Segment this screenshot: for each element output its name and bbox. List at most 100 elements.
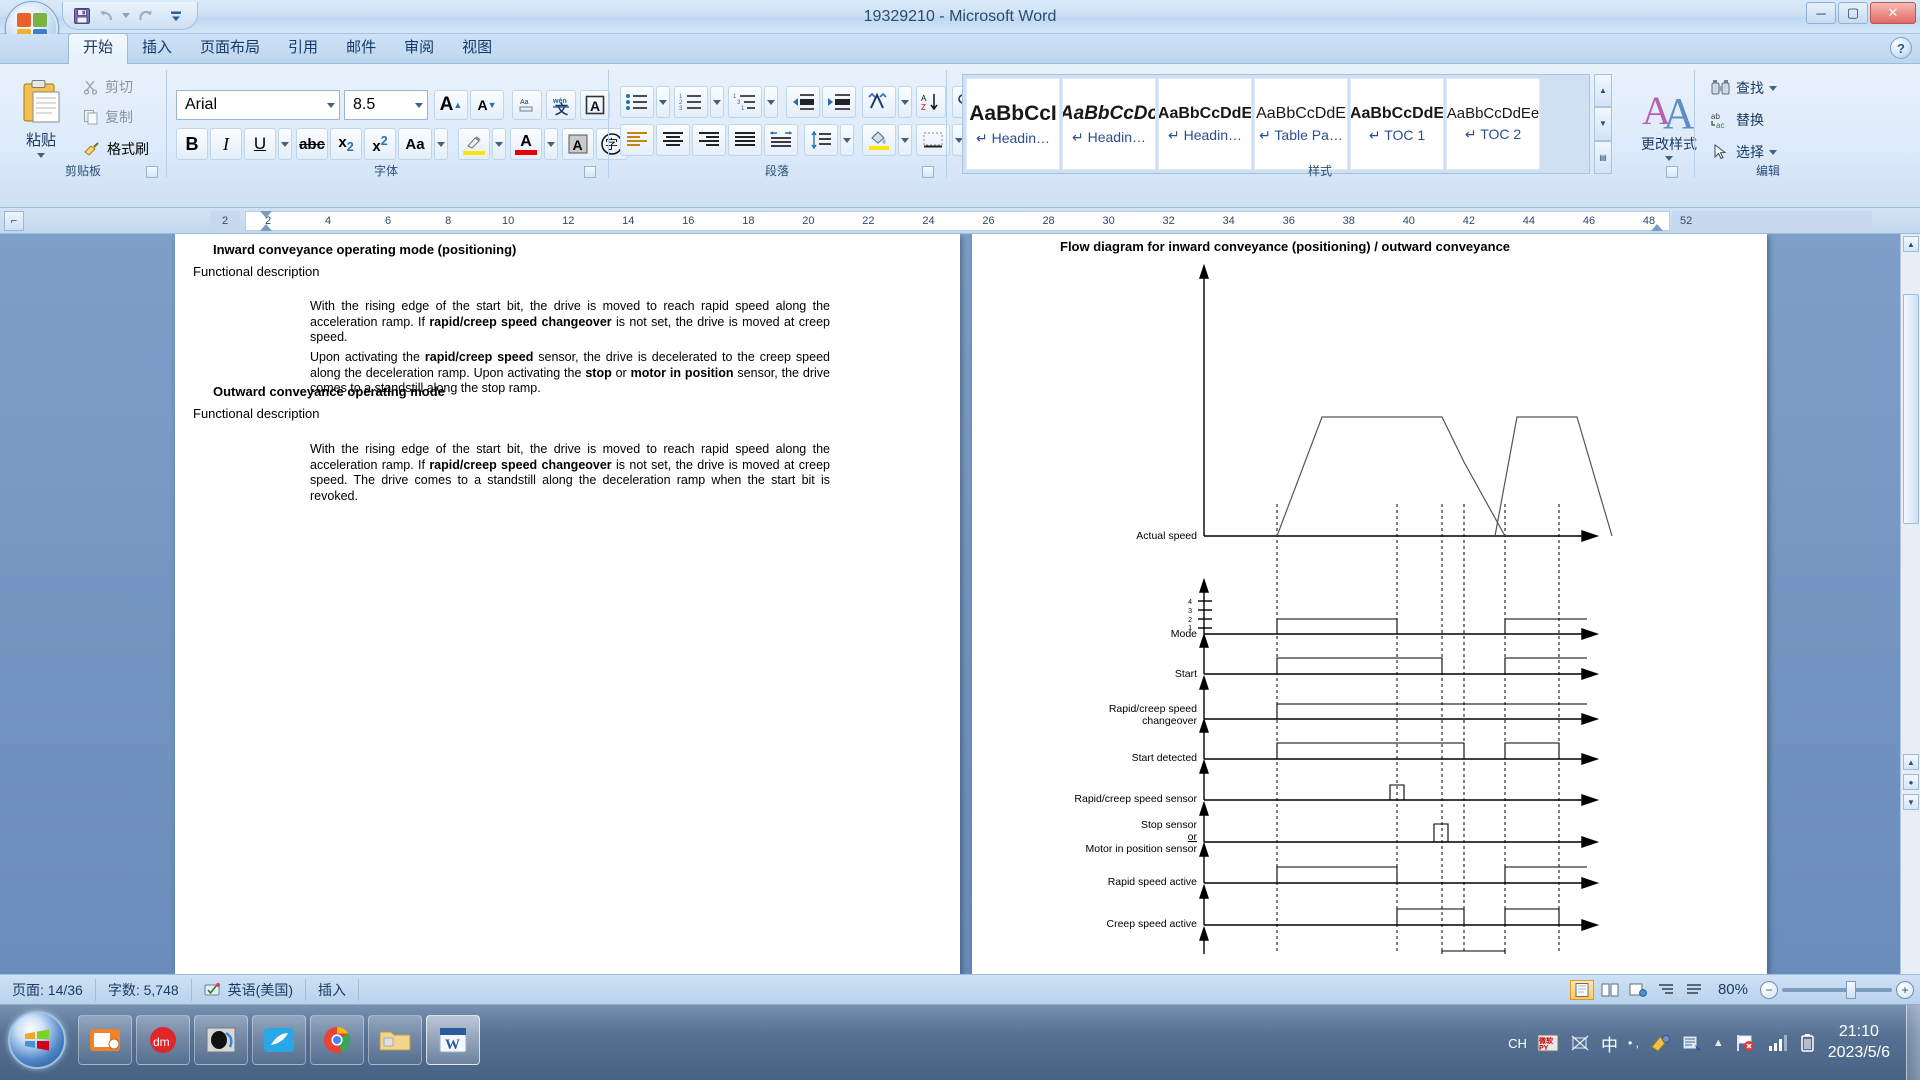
style-card[interactable]: AaBbCcDdE ↵ Table Pa…	[1254, 78, 1348, 170]
numbering-button[interactable]: 123	[674, 86, 708, 118]
taskbar-item-file-explorer[interactable]	[368, 1015, 422, 1065]
replace-button[interactable]: ab ac 替换	[1706, 106, 1769, 134]
next-page-button[interactable]: ▼	[1903, 794, 1919, 810]
find-dropdown-icon[interactable]	[1769, 85, 1777, 91]
document-page-right[interactable]: Flow diagram for inward conveyance (posi…	[972, 234, 1767, 974]
right-indent-marker[interactable]	[1651, 224, 1663, 231]
character-border-button[interactable]: A	[580, 90, 610, 120]
ime-toolbox-icon[interactable]	[1649, 1033, 1671, 1053]
text-highlight-button[interactable]	[458, 128, 490, 160]
underline-dropdown-icon[interactable]	[278, 128, 292, 160]
tab-page-layout[interactable]: 页面布局	[186, 34, 274, 64]
scroll-up-button[interactable]: ▲	[1903, 236, 1919, 252]
ime-softkeyboard-icon[interactable]	[1681, 1033, 1703, 1053]
ime-pinyin-icon[interactable]: 微软PY	[1537, 1033, 1559, 1053]
style-card[interactable]: AaBbCcDdE ↵ TOC 1	[1350, 78, 1444, 170]
print-layout-view-button[interactable]	[1569, 979, 1594, 1000]
select-dropdown-icon[interactable]	[1769, 149, 1777, 155]
undo-icon[interactable]	[96, 5, 118, 27]
draft-view-button[interactable]	[1682, 980, 1706, 1000]
tray-overflow-button[interactable]: ▲	[1713, 1037, 1724, 1049]
taskbar-item-word[interactable]: W	[426, 1015, 480, 1065]
phonetic-guide-button[interactable]: Aa	[512, 90, 542, 120]
underline-button[interactable]: U	[244, 128, 276, 160]
word-count[interactable]: 字数: 5,748	[96, 978, 192, 1001]
gallery-scroll-up-button[interactable]: ▲	[1594, 74, 1612, 108]
ime-punctuation-indicator[interactable]: • ,	[1628, 1036, 1639, 1050]
sort-button[interactable]	[862, 86, 896, 118]
save-icon[interactable]	[71, 5, 93, 27]
increase-indent-button[interactable]	[822, 86, 856, 118]
change-case-button[interactable]: Aa	[398, 128, 432, 160]
numbering-dropdown-icon[interactable]	[710, 86, 724, 118]
decrease-indent-button[interactable]	[786, 86, 820, 118]
gallery-scroll-down-button[interactable]: ▼	[1594, 107, 1612, 141]
multilevel-list-button[interactable]: 131	[728, 86, 762, 118]
bold-button[interactable]: B	[176, 128, 208, 160]
battery-icon[interactable]	[1798, 1033, 1818, 1053]
font-color-button[interactable]: A	[510, 128, 542, 160]
zoom-out-button[interactable]: −	[1760, 980, 1778, 999]
shading-dropdown-icon[interactable]	[898, 124, 912, 156]
outline-view-button[interactable]	[1654, 980, 1678, 1000]
taskbar-item-media-player[interactable]	[78, 1015, 132, 1065]
borders-button[interactable]	[916, 124, 950, 156]
taskbar-item-chrome[interactable]	[310, 1015, 364, 1065]
clipboard-dialog-launcher[interactable]	[146, 166, 158, 178]
az-sort-button[interactable]: AZ	[916, 86, 946, 118]
vertical-scrollbar[interactable]: ▲ ▲ ● ▼ ▼	[1900, 234, 1920, 1004]
grow-font-button[interactable]: A ▲	[434, 90, 468, 120]
maximize-button[interactable]: ▢	[1838, 2, 1868, 24]
previous-page-button[interactable]: ▲	[1903, 754, 1919, 770]
style-card[interactable]: AaBbCcDdE ↵ Headin…	[1158, 78, 1252, 170]
action-center-icon[interactable]	[1734, 1033, 1756, 1053]
italic-button[interactable]: I	[210, 128, 242, 160]
subscript-button[interactable]: x2	[330, 128, 362, 160]
tab-references[interactable]: 引用	[274, 34, 332, 64]
undo-dropdown-icon[interactable]	[121, 5, 131, 27]
paragraph-dialog-launcher[interactable]	[922, 166, 934, 178]
document-page-left[interactable]: Inward conveyance operating mode (positi…	[175, 234, 960, 974]
page-indicator[interactable]: 页面: 14/36	[0, 978, 96, 1001]
network-signal-icon[interactable]	[1766, 1033, 1788, 1053]
chevron-down-icon[interactable]	[327, 102, 335, 108]
zoom-slider-handle[interactable]	[1846, 980, 1856, 999]
highlight-dropdown-icon[interactable]	[492, 128, 506, 160]
paste-button[interactable]: 粘贴	[10, 72, 72, 176]
format-painter-button[interactable]: 格式刷	[78, 136, 154, 162]
scroll-thumb[interactable]	[1903, 294, 1919, 524]
ime-mode-indicator[interactable]: 中	[1601, 1031, 1618, 1056]
cut-button[interactable]: 剪切	[78, 74, 138, 100]
tab-review[interactable]: 审阅	[390, 34, 448, 64]
change-case-dropdown-icon[interactable]	[434, 128, 448, 160]
bullets-button[interactable]	[620, 86, 654, 118]
font-size-combobox[interactable]: 8.5	[344, 90, 428, 120]
tab-view[interactable]: 视图	[448, 34, 506, 64]
proofing-status[interactable]: 英语(美国)	[192, 978, 306, 1001]
paste-dropdown-icon[interactable]	[37, 153, 45, 158]
select-browse-object-button[interactable]: ●	[1903, 774, 1919, 790]
sort-dropdown-icon[interactable]	[898, 86, 912, 118]
zoom-slider[interactable]	[1782, 980, 1892, 999]
bullets-dropdown-icon[interactable]	[656, 86, 670, 118]
line-spacing-button[interactable]	[804, 124, 838, 156]
taskbar-clock[interactable]: 21:10 2023/5/6	[1828, 1022, 1890, 1064]
web-layout-view-button[interactable]	[1626, 980, 1650, 1000]
strikethrough-button[interactable]: abc	[296, 128, 328, 160]
insert-mode[interactable]: 插入	[306, 978, 359, 1001]
clear-formatting-button[interactable]: wén 文	[546, 90, 576, 120]
minimize-button[interactable]: ─	[1806, 2, 1836, 24]
copy-button[interactable]: 复制	[78, 104, 138, 130]
distributed-button[interactable]	[764, 124, 798, 156]
align-center-button[interactable]	[656, 124, 690, 156]
change-styles-dropdown-icon[interactable]	[1665, 155, 1673, 161]
chevron-down-icon[interactable]	[415, 102, 423, 108]
taskbar-item-foxmail[interactable]	[252, 1015, 306, 1065]
customize-quick-access-icon[interactable]	[165, 5, 187, 27]
horizontal-ruler[interactable]: 2 4 6 8 10 12 14 16 18 20 22 24 26 28 30 32 34 36 38 40 42 44…	[245, 211, 1670, 231]
full-screen-reading-view-button[interactable]	[1598, 980, 1622, 1000]
tab-mailings[interactable]: 邮件	[332, 34, 390, 64]
style-card[interactable]: AaBbCcI ↵ Headin…	[966, 78, 1060, 170]
align-right-button[interactable]	[692, 124, 726, 156]
ime-status-icon[interactable]	[1569, 1033, 1591, 1053]
